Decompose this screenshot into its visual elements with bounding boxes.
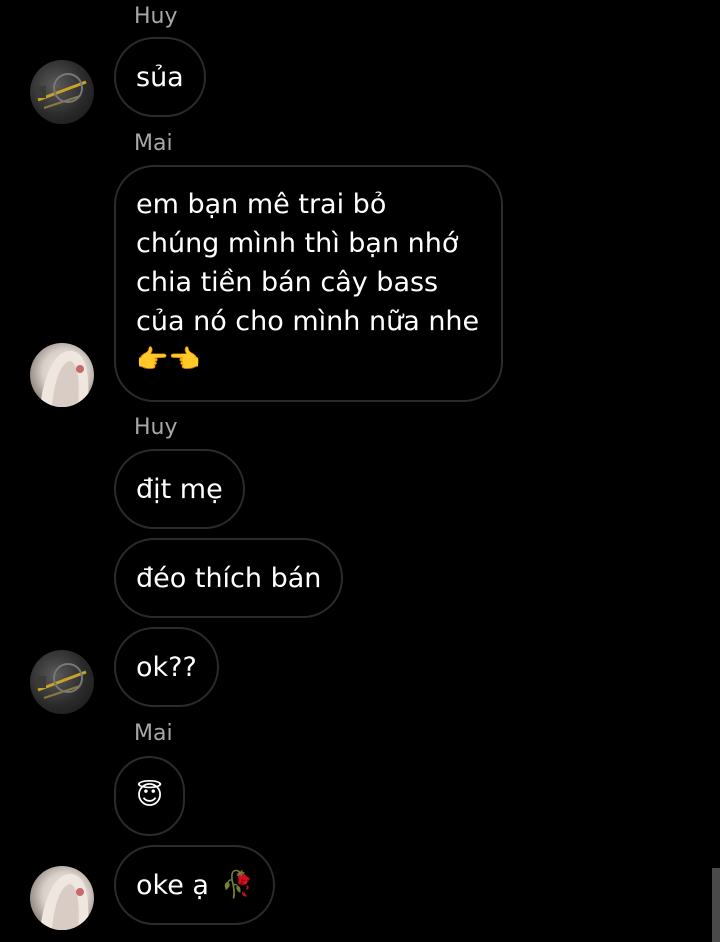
avatar-huy[interactable] [30, 650, 94, 714]
avatar-mai[interactable] [30, 866, 94, 930]
message-emoji: 👉👈 [136, 345, 201, 375]
sender-name-mai: Mai [134, 721, 173, 746]
message-bubble[interactable]: oke ạ 🥀 [114, 845, 276, 925]
avatar-huy-image-icon [36, 73, 87, 109]
message-bubble[interactable]: sủa [114, 37, 206, 117]
message-bubble[interactable]: em bạn mê trai bỏ chúng mình thì bạn nhớ… [114, 165, 503, 402]
message-text: sủa [136, 61, 184, 93]
message-bubble[interactable]: địt mẹ [114, 449, 245, 529]
message-bubble[interactable]: 😇 [114, 756, 186, 836]
avatar-huy-image-icon [36, 663, 87, 699]
sender-name-huy: Huy [134, 4, 178, 29]
message-text: oke ạ [136, 869, 209, 901]
message-text: địt mẹ [136, 473, 223, 505]
message-text: ok?? [136, 651, 197, 683]
avatar-mai[interactable] [30, 343, 94, 407]
avatar-mai-image-icon [40, 350, 89, 407]
message-text: đéo thích bán [136, 562, 322, 594]
message-bubble[interactable]: đéo thích bán [114, 538, 344, 618]
avatar-huy[interactable] [30, 60, 94, 124]
avatar-mai-image-icon [40, 873, 89, 930]
message-line: chúng mình thì bạn nhớ [136, 228, 459, 259]
message-line: em bạn mê trai bỏ [136, 189, 387, 220]
sender-name-huy: Huy [134, 415, 178, 440]
message-emoji: 🥀 [220, 869, 254, 900]
message-bubble[interactable]: ok?? [114, 627, 219, 707]
sender-name-mai: Mai [134, 131, 173, 156]
message-line: chia tiền bán cây bass [136, 267, 439, 298]
message-emoji: 😇 [136, 780, 164, 811]
scrollbar[interactable] [712, 868, 720, 942]
message-line: của nó cho mình nữa nhe [136, 306, 480, 337]
